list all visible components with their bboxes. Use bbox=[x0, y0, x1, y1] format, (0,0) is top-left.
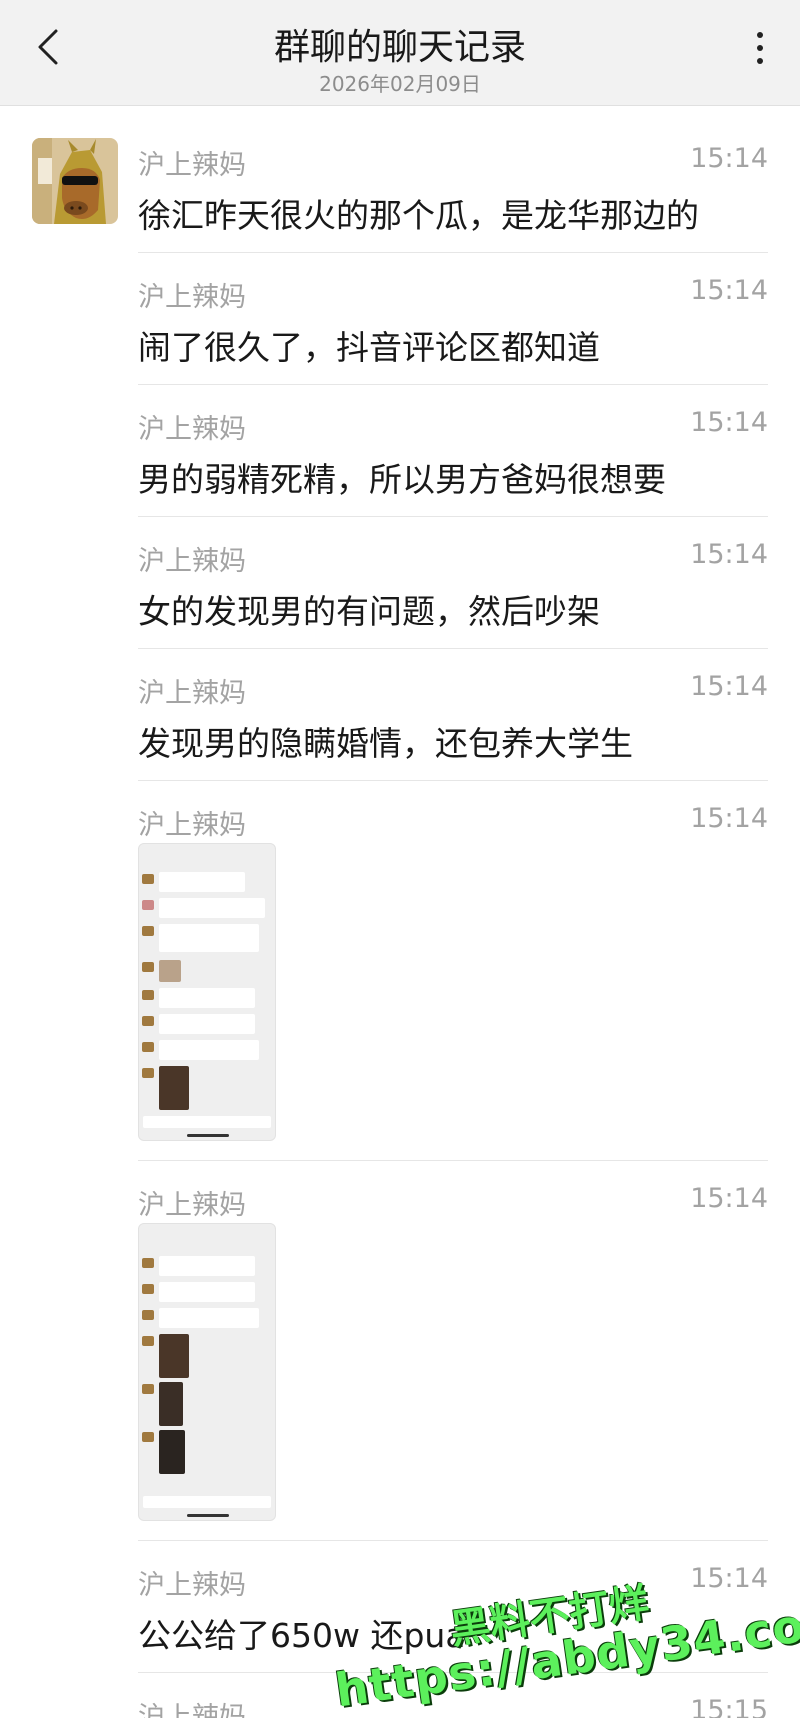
more-dot bbox=[757, 58, 763, 64]
mini-photo bbox=[159, 1430, 185, 1474]
mini-bubble bbox=[159, 872, 245, 892]
chat-message[interactable]: 沪上辣妈 15:15 bbox=[138, 1695, 768, 1718]
message-time: 15:14 bbox=[690, 407, 768, 438]
message-divider bbox=[138, 384, 768, 385]
message-divider bbox=[138, 1540, 768, 1541]
more-dot bbox=[757, 45, 763, 51]
mini-home-indicator bbox=[187, 1514, 229, 1517]
mini-bubble bbox=[159, 1256, 255, 1276]
mini-bubble bbox=[159, 1282, 255, 1302]
image-thumbnail[interactable] bbox=[138, 843, 276, 1141]
mini-photo bbox=[159, 1066, 189, 1110]
sender-name: 沪上辣妈 bbox=[138, 1570, 246, 1601]
more-button[interactable] bbox=[748, 26, 772, 70]
sender-avatar[interactable] bbox=[32, 138, 118, 224]
chat-message[interactable]: 沪上辣妈 15:14 bbox=[138, 803, 768, 1143]
image-thumbnail[interactable] bbox=[138, 1223, 276, 1521]
chat-message[interactable]: 沪上辣妈 15:14 男的弱精死精，所以男方爸妈很想要 bbox=[138, 407, 768, 499]
chat-message[interactable]: 沪上辣妈 15:14 bbox=[138, 1183, 768, 1523]
message-text: 公公给了650w 还pua bbox=[138, 1616, 466, 1655]
message-text: 发现男的隐瞒婚情，还包养大学生 bbox=[138, 724, 633, 763]
sender-name: 沪上辣妈 bbox=[138, 1702, 246, 1718]
message-text: 男的弱精死精，所以男方爸妈很想要 bbox=[138, 460, 666, 499]
sender-name: 沪上辣妈 bbox=[138, 1190, 246, 1221]
chat-message[interactable]: 沪上辣妈 15:14 发现男的隐瞒婚情，还包养大学生 bbox=[138, 671, 768, 763]
message-divider bbox=[138, 516, 768, 517]
mini-bubble bbox=[159, 988, 255, 1008]
more-dot bbox=[757, 32, 763, 38]
message-time: 15:15 bbox=[690, 1695, 768, 1718]
sender-name: 沪上辣妈 bbox=[138, 810, 246, 841]
message-time: 15:14 bbox=[690, 539, 768, 570]
mini-avatar bbox=[142, 1432, 154, 1442]
message-time: 15:14 bbox=[690, 1183, 768, 1214]
mini-avatar bbox=[142, 1016, 154, 1026]
page-date: 2026年02月09日 bbox=[319, 72, 481, 96]
mini-avatar bbox=[142, 926, 154, 936]
chat-message[interactable]: 沪上辣妈 15:14 徐汇昨天很火的那个瓜，是龙华那边的 bbox=[138, 143, 768, 235]
chat-message[interactable]: 沪上辣妈 15:14 女的发现男的有问题，然后吵架 bbox=[138, 539, 768, 631]
mini-input-bar bbox=[143, 1496, 271, 1508]
page-title: 群聊的聊天记录 bbox=[273, 27, 526, 68]
mini-avatar bbox=[142, 1042, 154, 1052]
mini-home-indicator bbox=[187, 1134, 229, 1137]
mini-bubble bbox=[159, 924, 259, 952]
mini-avatar bbox=[142, 1384, 154, 1394]
mini-avatar bbox=[142, 962, 154, 972]
mini-bubble bbox=[159, 1014, 255, 1034]
mini-input-bar bbox=[143, 1116, 271, 1128]
sender-name: 沪上辣妈 bbox=[138, 546, 246, 577]
message-divider bbox=[138, 1160, 768, 1161]
mini-photo bbox=[159, 1382, 183, 1426]
message-time: 15:14 bbox=[690, 143, 768, 174]
mini-avatar bbox=[142, 1068, 154, 1078]
message-time: 15:14 bbox=[690, 1563, 768, 1594]
message-time: 15:14 bbox=[690, 275, 768, 306]
top-bar: 群聊的聊天记录 2026年02月09日 bbox=[0, 0, 800, 106]
mini-avatar bbox=[142, 1258, 154, 1268]
mini-bubble bbox=[159, 898, 265, 918]
message-divider bbox=[138, 252, 768, 253]
mini-avatar bbox=[142, 990, 154, 1000]
mini-photo bbox=[159, 960, 181, 982]
message-divider bbox=[138, 648, 768, 649]
mini-photo bbox=[159, 1334, 189, 1378]
message-divider bbox=[138, 780, 768, 781]
mini-avatar bbox=[142, 1284, 154, 1294]
mini-avatar bbox=[142, 900, 154, 910]
message-text: 女的发现男的有问题，然后吵架 bbox=[138, 592, 600, 631]
message-time: 15:14 bbox=[690, 671, 768, 702]
message-time: 15:14 bbox=[690, 803, 768, 834]
mini-bubble bbox=[159, 1308, 259, 1328]
message-divider bbox=[138, 1672, 768, 1673]
sender-name: 沪上辣妈 bbox=[138, 678, 246, 709]
mini-avatar bbox=[142, 1310, 154, 1320]
message-text: 闹了很久了，抖音评论区都知道 bbox=[138, 328, 600, 367]
horse-mask-avatar bbox=[32, 138, 118, 224]
sender-name: 沪上辣妈 bbox=[138, 282, 246, 313]
sender-name: 沪上辣妈 bbox=[138, 150, 246, 181]
chat-message[interactable]: 沪上辣妈 15:14 公公给了650w 还pua bbox=[138, 1563, 768, 1655]
mini-avatar bbox=[142, 1336, 154, 1346]
sender-name: 沪上辣妈 bbox=[138, 414, 246, 445]
mini-avatar bbox=[142, 874, 154, 884]
mini-bubble bbox=[159, 1040, 259, 1060]
message-text: 徐汇昨天很火的那个瓜，是龙华那边的 bbox=[138, 196, 699, 235]
chat-message[interactable]: 沪上辣妈 15:14 闹了很久了，抖音评论区都知道 bbox=[138, 275, 768, 367]
